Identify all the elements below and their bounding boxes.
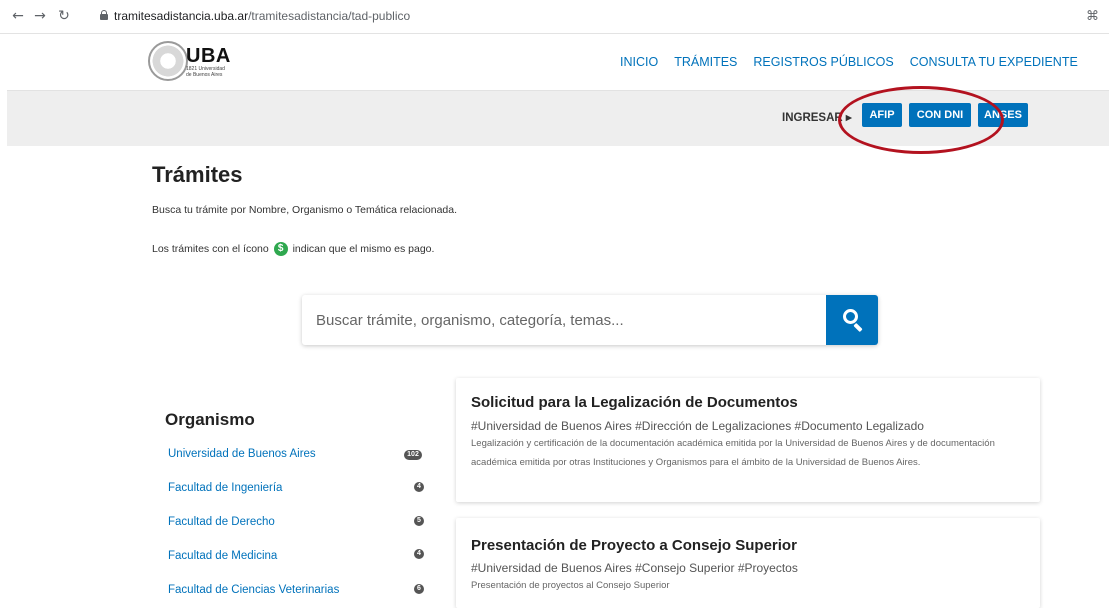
url-host: tramitesadistancia.uba.ar [114, 9, 249, 23]
organismo-title: Organismo [165, 410, 255, 429]
sidebar-item-veterinarias[interactable]: Facultad de Ciencias Veterinarias [168, 584, 339, 596]
ingresar-text: INGRESAR [782, 112, 843, 124]
nav-registros-publicos[interactable]: REGISTROS PÚBLICOS [753, 55, 893, 69]
pay-note-after: indican que el mismo es pago. [292, 243, 435, 255]
reload-icon[interactable]: ↻ [56, 8, 72, 24]
nav-tramites[interactable]: TRÁMITES [674, 55, 737, 69]
count-badge: 102 [404, 450, 422, 460]
count-badge: 4 [414, 482, 424, 492]
sidebar-item-uba[interactable]: Universidad de Buenos Aires [168, 448, 316, 460]
nav-inicio[interactable]: INICIO [620, 55, 658, 69]
search-input[interactable] [316, 295, 816, 345]
sidebar-item-ingenieria[interactable]: Facultad de Ingeniería [168, 482, 282, 494]
back-arrow-icon[interactable]: ← [10, 8, 26, 24]
sidebar-item-derecho[interactable]: Facultad de Derecho [168, 516, 275, 528]
pay-note: Los trámites con el ícono $ indican que … [152, 242, 434, 256]
forward-arrow-icon[interactable]: → [32, 8, 48, 24]
command-key-icon[interactable]: ⌘ [1086, 9, 1099, 24]
url-path: /tramitesadistancia/tad-publico [248, 9, 411, 23]
sidebar-item-medicina[interactable]: Facultad de Medicina [168, 550, 277, 562]
result-title[interactable]: Solicitud para la Legalización de Docume… [471, 394, 798, 411]
search-icon [843, 309, 858, 324]
count-badge: 5 [414, 516, 424, 526]
browser-toolbar: ← → ↻ tramitesadistancia.uba.ar/tramites… [0, 0, 1109, 34]
logo-subtitle: 1821 Universidad de Buenos Aires [186, 66, 225, 78]
count-badge: 4 [414, 549, 424, 559]
intro-text: Busca tu trámite por Nombre, Organismo o… [152, 204, 458, 216]
result-card[interactable]: Solicitud para la Legalización de Docume… [456, 378, 1040, 502]
result-description: Legalización y certificación de la docum… [471, 438, 995, 468]
site-header: UBA 1821 Universidad de Buenos Aires INI… [0, 35, 1109, 90]
main-nav: INICIO TRÁMITES REGISTROS PÚBLICOS CONSU… [620, 55, 1094, 69]
uba-seal-icon [148, 41, 188, 81]
result-title[interactable]: Presentación de Proyecto a Consejo Super… [471, 537, 797, 554]
nav-consulta-expediente[interactable]: CONSULTA TU EXPEDIENTE [910, 55, 1078, 69]
pay-note-before: Los trámites con el ícono [152, 243, 269, 255]
search-icon-handle [853, 322, 863, 333]
result-card[interactable]: Presentación de Proyecto a Consejo Super… [456, 518, 1040, 608]
result-description: Presentación de proyectos al Consejo Sup… [471, 580, 670, 591]
search-box [302, 295, 878, 345]
result-tags: #Universidad de Buenos Aires #Dirección … [471, 419, 924, 433]
search-button[interactable] [826, 295, 878, 345]
page-title: Trámites [152, 162, 243, 187]
url-text[interactable]: tramitesadistancia.uba.ar/tramitesadista… [114, 9, 410, 23]
result-tags: #Universidad de Buenos Aires #Consejo Su… [471, 561, 798, 575]
logo-text: UBA [186, 45, 231, 67]
red-highlight-ellipse [838, 86, 1004, 154]
count-badge: 6 [414, 584, 424, 594]
lock-icon [100, 10, 108, 20]
dollar-icon: $ [273, 242, 288, 256]
